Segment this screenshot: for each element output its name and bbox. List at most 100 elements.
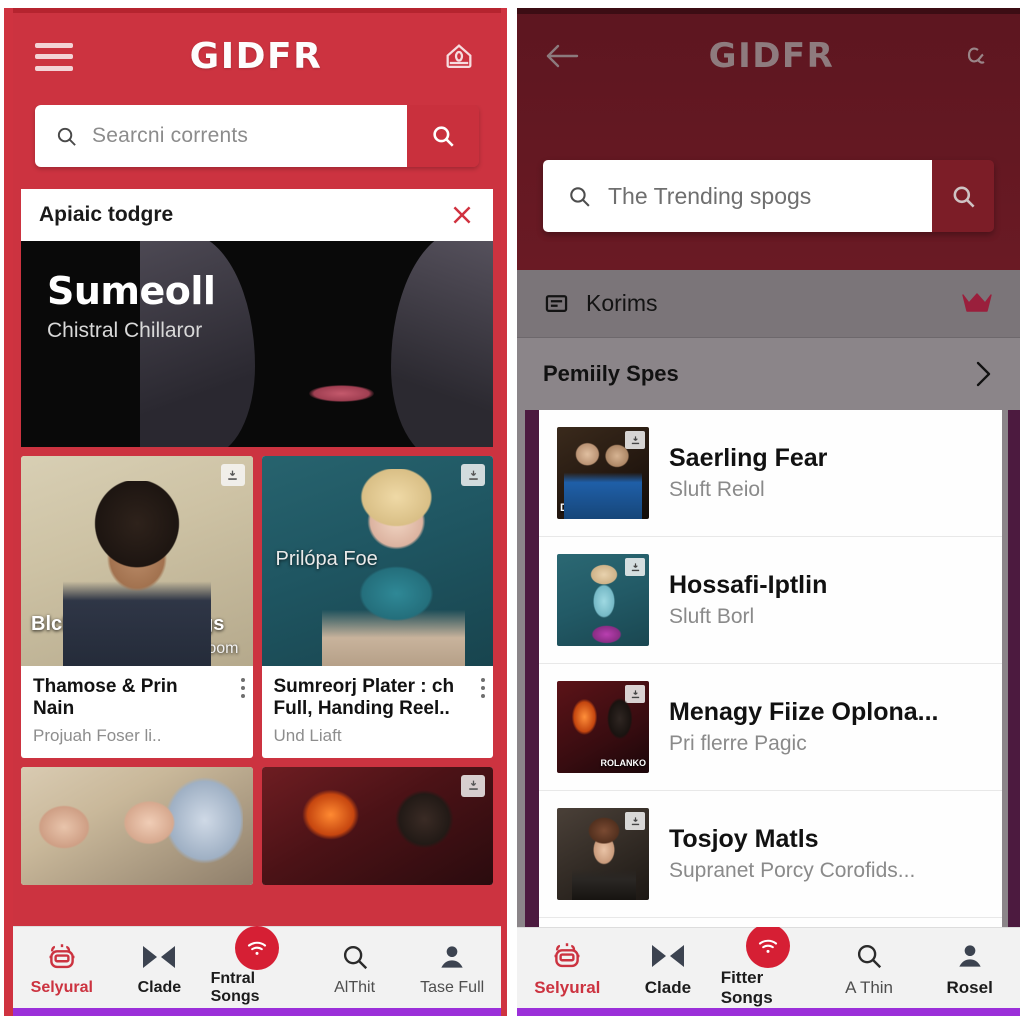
nav-label: A Thin xyxy=(845,978,894,997)
search-icon xyxy=(340,939,370,975)
right-purple-accent-bar xyxy=(517,1008,1020,1016)
left-top-app-bar: GIDFR xyxy=(13,8,501,105)
person-icon xyxy=(954,938,986,974)
bowtie-icon xyxy=(141,939,177,975)
list-item-title: Saerling Fear xyxy=(669,444,828,472)
nav-item-clade[interactable]: Clade xyxy=(113,939,206,997)
left-bottom-nav: Selyural Clade Fntral Songs AlThit Tase … xyxy=(13,925,501,1008)
list-item[interactable]: ROLANKO Menagy Fiize Oplona... Pri flerr… xyxy=(539,664,1002,791)
list-item-thumbnail[interactable]: ROLANKO xyxy=(557,681,649,773)
result-list: Dotor Reirus Saerling Fear Sluft Reiol H… xyxy=(539,410,1002,927)
nav-label: Clade xyxy=(644,978,692,997)
chevron-right-icon[interactable] xyxy=(972,359,994,389)
nav-item-tase-full[interactable]: Tase Full xyxy=(406,939,499,997)
close-icon[interactable] xyxy=(449,202,475,228)
video-thumbnail[interactable] xyxy=(21,766,253,885)
search-icon xyxy=(567,184,592,209)
back-arrow-icon[interactable] xyxy=(543,41,581,71)
left-purple-accent-bar xyxy=(13,1008,501,1016)
promo-banner-subheading: Chistral Chillaror xyxy=(47,319,203,342)
search-icon xyxy=(55,125,78,148)
nav-item-clade[interactable]: Clade xyxy=(620,938,716,998)
list-item[interactable]: Tosjoy Matls Supranet Porcy Corofids... xyxy=(539,791,1002,918)
search-submit-button[interactable] xyxy=(407,105,479,167)
search-icon xyxy=(854,938,884,974)
search-submit-button[interactable] xyxy=(932,160,994,232)
kebab-menu-icon[interactable] xyxy=(240,678,245,698)
section-header[interactable]: Pemiily Spes xyxy=(517,338,1020,410)
bowtie-icon xyxy=(650,938,686,974)
promo-title: Apiaic todgre xyxy=(39,203,174,226)
list-item-thumbnail[interactable] xyxy=(557,808,649,900)
home-shield-icon[interactable] xyxy=(439,37,479,77)
mascot-icon xyxy=(550,938,584,974)
left-phone-panel: GIDFR Searcni corrents Apiaic todgre Sum… xyxy=(4,8,507,1016)
nav-item-althit[interactable]: AlThit xyxy=(308,939,401,997)
download-icon[interactable] xyxy=(625,431,645,449)
list-item-thumbnail[interactable] xyxy=(557,554,649,646)
thumbnail-overlay-sub: a Boom xyxy=(183,640,239,657)
nav-item-fntral-songs[interactable]: Fntral Songs xyxy=(210,925,304,1006)
list-item-subtitle: Sluft Borl xyxy=(669,605,755,628)
nav-item-rosel[interactable]: Rosel xyxy=(922,938,1018,998)
video-card[interactable] xyxy=(21,766,253,885)
list-item-title: Tosjoy Matls xyxy=(669,825,819,853)
video-thumbnail[interactable]: Prilópa Foe xyxy=(261,456,493,666)
nav-item-selyural[interactable]: Selyural xyxy=(520,938,616,998)
thumbnail-caption: Dotor Reirus xyxy=(560,502,627,514)
nav-label: AlThit xyxy=(334,978,376,996)
download-icon[interactable] xyxy=(625,558,645,576)
left-search-area: Searcni corrents xyxy=(13,105,501,189)
video-thumbnail[interactable] xyxy=(261,766,493,885)
search-value: The Trending spogs xyxy=(608,182,812,209)
nav-item-fitter-songs[interactable]: Fitter Songs xyxy=(720,924,817,1008)
search-input[interactable]: The Trending spogs xyxy=(543,160,932,232)
nav-label: Fitter Songs xyxy=(720,968,773,1007)
video-card[interactable]: Prilópa Foe Sumreorj Plater : ch Full, H… xyxy=(261,456,493,758)
list-item-title: Menagy Fiize Oplona... xyxy=(669,698,939,726)
promo-banner-heading: Sumeoll xyxy=(47,269,216,313)
nav-label: Rosel xyxy=(946,978,993,997)
korims-row[interactable]: Korims xyxy=(517,270,1020,338)
kebab-menu-icon[interactable] xyxy=(481,678,485,698)
person-icon xyxy=(436,939,468,975)
list-item[interactable]: Hossafi-Iptlin Sluft Borl xyxy=(539,537,1002,664)
result-list-area: Dotor Reirus Saerling Fear Sluft Reiol H… xyxy=(517,410,1020,927)
app-brand-title: GIDFR xyxy=(189,36,323,77)
download-icon[interactable] xyxy=(625,812,645,830)
video-title: Sumreorj Plater : ch Full, Handing Reel.… xyxy=(273,676,455,719)
list-item-thumbnail[interactable]: Dotor Reirus xyxy=(557,427,649,519)
nav-item-a-thin[interactable]: A Thin xyxy=(821,938,917,998)
download-icon[interactable] xyxy=(461,464,485,486)
right-search-bar: The Trending spogs xyxy=(543,160,994,232)
list-item[interactable]: Dotor Reirus Saerling Fear Sluft Reiol xyxy=(539,410,1002,537)
list-item-subtitle: Pri flerre Pagic xyxy=(669,732,807,755)
nav-item-selyural[interactable]: Selyural xyxy=(15,939,108,997)
video-thumbnail[interactable]: BlcBosing Cevvings a Boom xyxy=(21,456,253,666)
download-icon[interactable] xyxy=(220,464,245,486)
right-bottom-nav: Selyural Clade Fitter Songs A Thin Rosel xyxy=(517,924,1020,1008)
nav-label: Selyural xyxy=(30,978,93,996)
wifi-fab-icon xyxy=(234,925,279,970)
download-icon[interactable] xyxy=(625,685,645,703)
nav-label: Selyural xyxy=(534,978,601,997)
hamburger-menu-icon[interactable] xyxy=(35,42,73,71)
right-top-app-bar: GIDFR The Trending spogs xyxy=(517,8,1020,270)
search-input[interactable]: Searcni corrents xyxy=(35,105,407,167)
video-card[interactable] xyxy=(261,766,493,885)
thumbnail-caption: ROLANKO xyxy=(600,758,647,768)
promo-banner[interactable]: Sumeoll Chistral Chillaror xyxy=(21,241,493,447)
video-card-grid: BlcBosing Cevvings a Boom Thamose & Prin… xyxy=(21,456,493,885)
thumbnail-overlay-center: Prilópa Foe xyxy=(275,548,378,571)
alpha-icon[interactable] xyxy=(962,43,994,69)
crown-icon[interactable] xyxy=(960,290,994,318)
promo-card: Apiaic todgre Sumeoll Chistral Chillaror xyxy=(21,189,493,447)
list-card-icon xyxy=(543,290,570,317)
download-icon[interactable] xyxy=(461,774,485,797)
video-card[interactable]: BlcBosing Cevvings a Boom Thamose & Prin… xyxy=(21,456,253,758)
search-placeholder: Searcni corrents xyxy=(92,124,249,147)
video-subtitle: Und Liaft xyxy=(273,725,342,745)
nav-label: Tase Full xyxy=(420,978,485,996)
nav-label: Fntral Songs xyxy=(210,969,260,1005)
video-subtitle: Projuah Foser li.. xyxy=(33,725,162,745)
